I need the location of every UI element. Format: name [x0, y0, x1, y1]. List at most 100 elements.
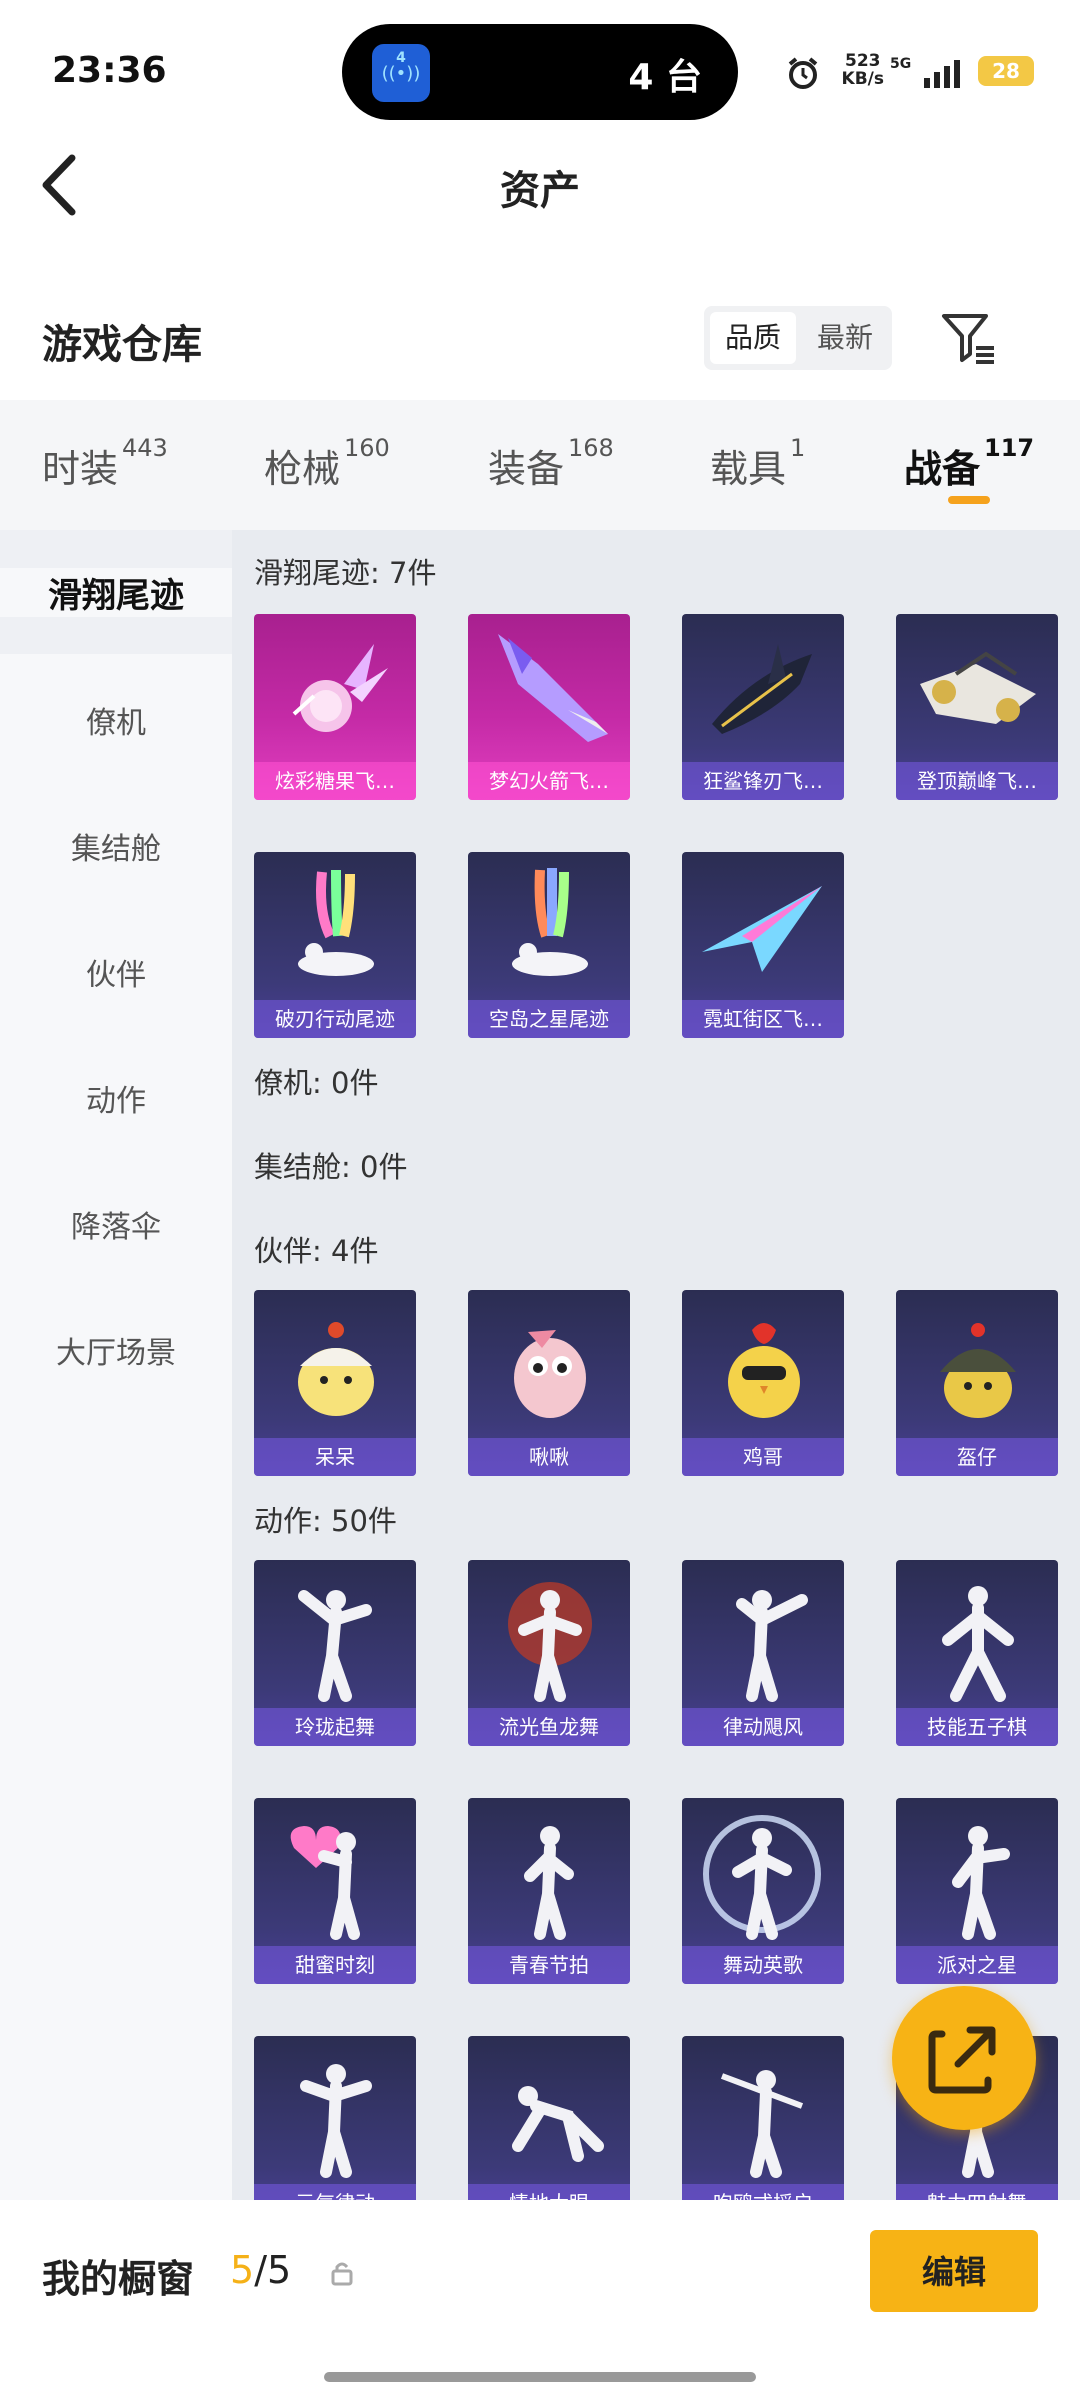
battery-indicator: 28	[978, 56, 1034, 86]
item-name: 盔仔	[896, 1438, 1058, 1476]
sort-newest-button[interactable]: 最新	[802, 312, 888, 364]
dance-pose-icon	[524, 1826, 574, 1940]
lock-icon	[331, 2262, 353, 2286]
item-card[interactable]: 啾啾	[468, 1290, 630, 1476]
pink-bird-companion-icon	[514, 1330, 586, 1418]
tab-firearms[interactable]: 枪械 160	[264, 434, 390, 493]
sort-quality-button[interactable]: 品质	[710, 312, 796, 364]
tab-vehicles[interactable]: 载具 1	[710, 434, 805, 493]
status-time: 23:36	[52, 50, 167, 91]
item-card[interactable]: 甜蜜时刻	[254, 1798, 416, 1984]
item-card[interactable]: 青春节拍	[468, 1798, 630, 1984]
dance-pose-icon	[942, 1586, 1014, 1702]
item-card[interactable]: 盔仔	[896, 1290, 1058, 1476]
item-name: 狂鲨锋刃飞…	[682, 762, 844, 800]
item-card[interactable]: 炫彩糖果飞…	[254, 614, 416, 800]
active-tab-indicator	[948, 496, 990, 504]
page-title: 资产	[500, 168, 580, 214]
item-card[interactable]: 破刃行动尾迹	[254, 852, 416, 1038]
section-header-wingman: 僚机: 0件	[254, 1066, 379, 1100]
item-card[interactable]: 玲珑起舞	[254, 1560, 416, 1746]
share-fab-button[interactable]	[892, 1986, 1036, 2130]
section-header-assembly-pod: 集结舱: 0件	[254, 1150, 408, 1184]
item-grid-area[interactable]: 滑翔尾迹: 7件 炫彩糖果飞… 梦幻火箭飞… 狂鲨锋刃飞… 登顶巅峰飞… 破刃行…	[232, 530, 1080, 2210]
dance-pose-icon	[298, 1590, 372, 1702]
item-card[interactable]: 鸡哥	[682, 1290, 844, 1476]
tab-combat-prep[interactable]: 战备 117	[904, 434, 1034, 493]
network-type: 5G	[890, 56, 911, 72]
item-name: 流光鱼龙舞	[468, 1708, 630, 1746]
external-link-icon	[928, 2026, 996, 2094]
item-name: 登顶巅峰飞…	[896, 762, 1058, 800]
showcase-count: 5/5	[230, 2248, 292, 2292]
item-name: 舞动英歌	[682, 1946, 844, 1984]
side-item-glide-trail[interactable]: 滑翔尾迹	[0, 568, 232, 617]
net-speed: 523 KB/s	[842, 52, 884, 88]
home-indicator[interactable]	[324, 2372, 756, 2382]
dynamic-island[interactable]: 4 ((•)) 4 台	[342, 24, 738, 120]
kneel-pose-icon	[512, 2086, 604, 2162]
side-item-wingman[interactable]: 僚机	[0, 698, 232, 742]
item-card[interactable]: 舞动英歌	[682, 1798, 844, 1984]
side-item-lobby-scene[interactable]: 大厅场景	[0, 1328, 232, 1372]
tab-fashion[interactable]: 时装 443	[42, 434, 168, 493]
item-card[interactable]: 技能五子棋	[896, 1560, 1058, 1746]
item-card[interactable]: 霓虹街区飞…	[682, 852, 844, 1038]
trail-figure-icon	[512, 868, 588, 976]
chick-companion-icon	[298, 1322, 374, 1416]
showcase-label: 我的橱窗	[42, 2257, 195, 2301]
category-tab-bar: 时装 443 枪械 160 装备 168 载具 1 战备 117	[0, 400, 1080, 530]
item-card[interactable]: 梦幻火箭飞…	[468, 614, 630, 800]
item-name: 梦幻火箭飞…	[468, 762, 630, 800]
item-card[interactable]: 元气律动	[254, 2036, 416, 2210]
tab-equipment[interactable]: 装备 168	[488, 434, 614, 493]
item-name: 啾啾	[468, 1438, 630, 1476]
sort-toggle: 品质 最新	[704, 306, 892, 370]
shark-glider-icon	[712, 644, 812, 734]
island-text: 4 台	[628, 57, 702, 98]
summit-glider-icon	[920, 651, 1036, 724]
heart-dance-pose-icon	[290, 1826, 360, 1940]
item-card[interactable]: 情地大眼	[468, 2036, 630, 2210]
status-bar: 23:36 4 ((•)) 4 台 523 KB/s 5G 28	[0, 0, 1080, 140]
item-card[interactable]: 律动飓风	[682, 1560, 844, 1746]
neon-paper-plane-icon	[702, 886, 822, 972]
item-name: 派对之星	[896, 1946, 1058, 1984]
side-item-companion[interactable]: 伙伴	[0, 950, 232, 994]
item-card[interactable]: 咆鸥式摇启	[682, 2036, 844, 2210]
dance-pose-icon	[952, 1826, 1010, 1940]
helmet-chick-companion-icon	[940, 1323, 1016, 1418]
item-name: 青春节拍	[468, 1946, 630, 1984]
bubble-dance-pose-icon	[703, 1815, 821, 1940]
item-name: 霓虹街区飞…	[682, 1000, 844, 1038]
item-name: 律动飓风	[682, 1708, 844, 1746]
edit-button[interactable]: 编辑	[870, 2230, 1038, 2312]
item-name: 破刃行动尾迹	[254, 1000, 416, 1038]
side-item-emote[interactable]: 动作	[0, 1076, 232, 1120]
item-name: 炫彩糖果飞…	[254, 762, 416, 800]
item-card[interactable]: 空岛之星尾迹	[468, 852, 630, 1038]
side-item-assembly-pod[interactable]: 集结舱	[0, 824, 232, 868]
trail-figure-icon	[298, 869, 374, 976]
candy-glider-icon	[292, 644, 388, 732]
warehouse-title: 游戏仓库	[42, 322, 202, 368]
net-speed-unit: KB/s	[841, 69, 884, 89]
item-card[interactable]: 狂鲨锋刃飞…	[682, 614, 844, 800]
item-card[interactable]: 流光鱼龙舞	[468, 1560, 630, 1746]
item-name: 鸡哥	[682, 1438, 844, 1476]
side-item-parachute[interactable]: 降落伞	[0, 1202, 232, 1246]
showcase-bar: 我的橱窗 5/5 编辑	[0, 2200, 1080, 2400]
dance-pose-icon	[300, 2064, 372, 2178]
section-header-emote: 动作: 50件	[254, 1504, 397, 1538]
section-header-glide-trail: 滑翔尾迹: 7件	[254, 556, 437, 590]
signal-icon: 5G	[890, 56, 960, 88]
section-header-companion: 伙伴: 4件	[254, 1234, 379, 1268]
item-card[interactable]: 登顶巅峰飞…	[896, 614, 1058, 800]
broadcast-icon: 4 ((•))	[372, 44, 430, 102]
item-card[interactable]: 呆呆	[254, 1290, 416, 1476]
item-card[interactable]: 派对之星	[896, 1798, 1058, 1984]
side-nav: 滑翔尾迹 僚机 集结舱 伙伴 动作 降落伞 大厅场景	[0, 530, 232, 2210]
item-name: 技能五子棋	[896, 1708, 1058, 1746]
bat-swing-pose-icon	[720, 2070, 804, 2178]
filter-icon[interactable]	[940, 310, 996, 366]
